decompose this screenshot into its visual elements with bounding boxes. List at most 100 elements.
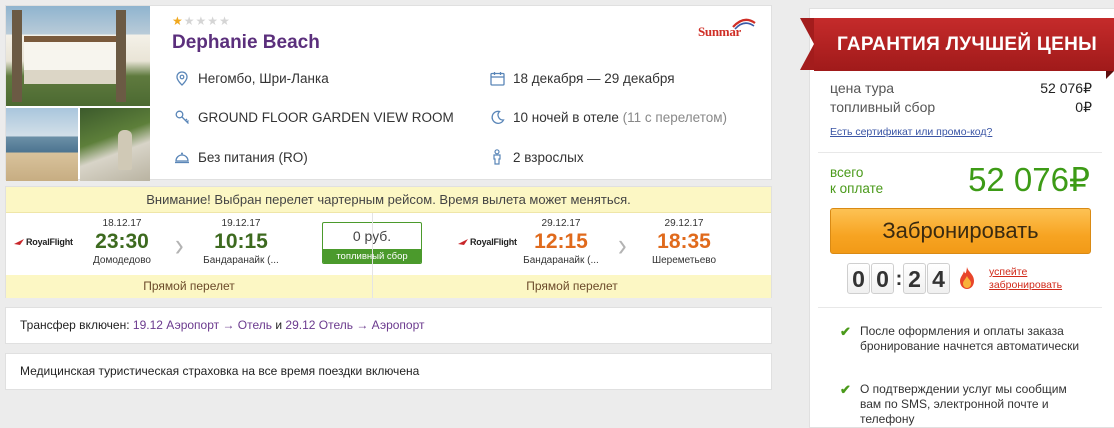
star-icon: ★ [207,14,219,28]
book-button[interactable]: Забронировать [830,208,1091,254]
arrival-point: 19.12.17 10:15 Бандаранайк (... [196,217,286,269]
departure-date: 18.12.17 [102,218,142,229]
insurance-info: Медицинская туристическая страховка на в… [5,353,772,390]
meal-text: Без питания (RO) [198,149,308,165]
total-label-line2: к оплате [830,181,884,196]
flight-leg-return[interactable]: RoyalFlight 29.12.17 12:15 Бандаранайк (… [373,213,771,273]
fire-icon [960,267,974,289]
calendar-icon [489,70,505,86]
star-icon: ★ [195,14,207,28]
star-icon: ★ [172,14,183,28]
notes-divider [818,307,1102,308]
hurry-line1[interactable]: успейте [989,266,1062,279]
departure-point: 18.12.17 23:30 Домодедово [77,217,167,269]
countdown-timer: 0 0 : 2 4 [847,263,951,294]
banner-text: ГАРАНТИЯ ЛУЧШЕЙ ЦЕНЫ [814,18,1114,71]
moon-icon [489,109,505,125]
hotel-location: Негомбо, Шри-Ланка [174,70,329,86]
operator-logo: Sunmar [694,17,758,43]
timer-colon: : [895,267,903,290]
promo-code-link[interactable]: Есть сертификат или промо-код? [830,126,992,138]
departure-point: 29.12.17 12:15 Бандаранайк (... [516,217,606,269]
transfer-info: Трансфер включен: 19.12 Аэропорт → Отель… [5,307,772,344]
dates-text: 18 декабря — 29 декабря [513,70,675,86]
location-text: Негомбо, Шри-Ланка [198,70,329,86]
hotel-photo-main[interactable] [6,6,150,106]
arrival-date: 19.12.17 [221,218,261,229]
hotel-photo-garden[interactable] [80,108,150,181]
banner-notch [800,18,814,70]
timer-digit: 0 [847,263,870,294]
note-text: После оформления и оплаты заказа брониро… [860,324,1080,353]
note-item: ✔ После оформления и оплаты заказа брони… [840,324,1090,354]
timer-digit: 0 [871,263,894,294]
star-icon: ★ [183,14,195,28]
arrival-airport: Шереметьево [651,255,717,266]
departure-airport: Домодедово [93,255,151,266]
departure-airport: Бандаранайк (... [523,255,599,266]
hurry-line2[interactable]: забронировать [989,279,1062,292]
guest-count: 2 взрослых [489,149,584,165]
departure-time: 23:30 [95,230,149,253]
transfer-joiner: и [275,318,283,332]
check-icon: ✔ [840,382,851,397]
note-item: ✔ О подтверждении услуг мы сообщим вам п… [840,382,1090,427]
hurry-link[interactable]: успейте забронировать [989,266,1062,292]
banner-fold [1106,71,1114,79]
arrival-time: 18:35 [657,230,711,253]
airline-name: RoyalFlight [26,237,73,247]
operator-swoosh-icon [732,18,756,30]
departure-time: 12:15 [534,230,588,253]
fuel-fee-row: топливный сбор 0₽ [830,99,1092,116]
transfer-prefix: Трансфер включен: [20,318,130,332]
arrival-airport: Бандаранайк (... [203,255,279,266]
hotel-card: ★ ★ ★ ★ ★ Dephanie Beach Sunmar Негомбо, Шри… [5,5,772,181]
charter-warning: Внимание! Выбран перелет чартерным рейсо… [6,187,771,213]
star-icon: ★ [219,14,230,28]
key-icon [174,109,190,125]
meal-plan: Без питания (RO) [174,149,308,165]
flight-type-return: Прямой перелет [373,275,771,298]
tour-dates: 18 декабря — 29 декабря [489,70,675,86]
hotel-name[interactable]: Dephanie Beach [172,32,320,54]
airline-wing-icon [14,239,24,245]
tour-price-value: 52 076₽ [1040,80,1092,96]
arrival-time: 10:15 [214,230,268,253]
fuel-fee-value: 0₽ [1075,99,1092,115]
airline-logo: RoyalFlight [14,237,73,247]
sidebar-divider [818,152,1102,153]
star-rating: ★ ★ ★ ★ ★ [172,15,230,27]
transfer-leg2-route: Отель → Аэропорт [318,318,425,332]
total-label-line1: всего [830,165,864,180]
arrival-date: 29.12.17 [664,218,704,229]
nights-count: 10 ночей в отеле (11 с перелетом) [489,109,727,125]
room-type: GROUND FLOOR GARDEN VIEW ROOM [174,109,454,125]
tour-price-label: цена тура [830,80,895,96]
hotel-photo-beach[interactable] [6,108,78,181]
transfer-leg2-date: 29.12 [285,318,316,332]
timer-digit: 2 [903,263,926,294]
nights-text: 10 ночей в отеле [513,109,619,125]
nights-note: (11 с перелетом) [622,109,728,125]
airline-name: RoyalFlight [470,237,517,247]
person-icon [489,149,505,165]
flight-leg-outbound[interactable]: RoyalFlight 18.12.17 23:30 Домодедово › … [6,213,422,273]
flight-type-outbound: Прямой перелет [6,275,372,298]
total-price: 52 076₽ [968,161,1090,198]
transfer-leg1-route: Аэропорт → Отель [166,318,273,332]
arrival-point: 29.12.17 18:35 Шереметьево [639,217,729,269]
insurance-text: Медицинская туристическая страховка на в… [20,364,420,378]
fuel-fee-label: топливный сбор [830,99,936,115]
airline-logo: RoyalFlight [458,237,517,247]
tour-price-row: цена тура 52 076₽ [830,80,1092,97]
best-price-banner: ГАРАНТИЯ ЛУЧШЕЙ ЦЕНЫ [800,18,1114,71]
guests-text: 2 взрослых [513,149,584,165]
airline-wing-icon [458,239,468,245]
note-text: О подтверждении услуг мы сообщим вам по … [860,382,1067,426]
chevron-right-icon: › [175,225,184,263]
room-text: GROUND FLOOR GARDEN VIEW ROOM [198,109,454,125]
map-pin-icon [174,70,190,86]
check-icon: ✔ [840,324,851,339]
timer-digit: 4 [927,263,950,294]
cloche-icon [174,149,190,165]
